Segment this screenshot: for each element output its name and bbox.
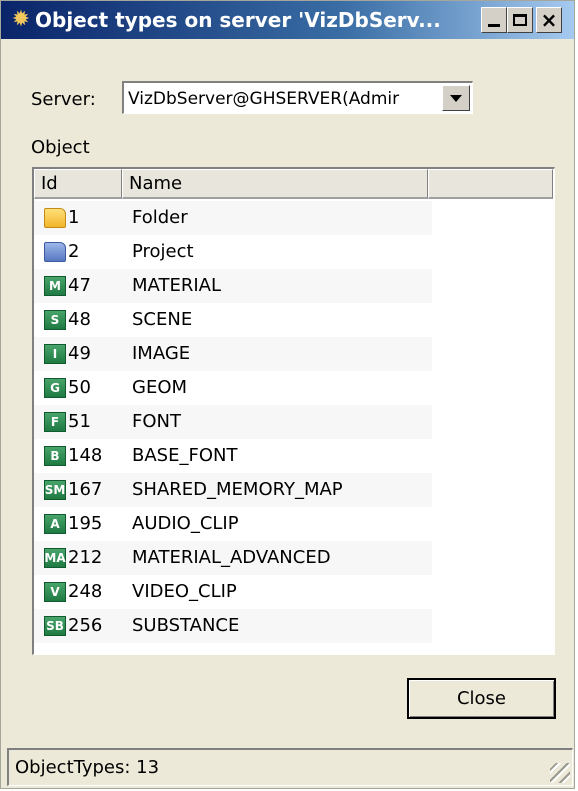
row-name: Folder xyxy=(132,207,188,228)
row-id: 48 xyxy=(68,309,91,330)
folder-icon xyxy=(44,208,66,228)
row-id: 1 xyxy=(68,207,80,228)
row-name: SUBSTANCE xyxy=(132,615,240,636)
dropdown-button[interactable] xyxy=(442,85,470,111)
geom-icon: G xyxy=(44,378,66,398)
close-window-button[interactable]: × xyxy=(536,7,562,33)
row-name: AUDIO_CLIP xyxy=(132,513,239,534)
row-name: MATERIAL_ADVANCED xyxy=(132,547,331,568)
minimize-button[interactable] xyxy=(481,7,507,33)
minimize-icon xyxy=(488,23,500,27)
row-name: SHARED_MEMORY_MAP xyxy=(132,479,343,500)
column-header-name[interactable]: Name xyxy=(122,169,428,199)
object-group-label: Object xyxy=(31,137,90,158)
row-name: SCENE xyxy=(132,309,193,330)
list-item[interactable]: F 51 FONT xyxy=(34,405,432,439)
object-types-window: ✹ Object types on server 'VizDbServ... ×… xyxy=(0,0,575,789)
close-button[interactable]: Close xyxy=(407,678,556,719)
server-label: Server: xyxy=(31,89,96,110)
row-name: GEOM xyxy=(132,377,188,398)
row-id: 148 xyxy=(68,445,103,466)
font-icon: F xyxy=(44,412,66,432)
row-id: 50 xyxy=(68,377,91,398)
row-name: VIDEO_CLIP xyxy=(132,581,237,602)
list-item[interactable]: S 48 SCENE xyxy=(34,303,432,337)
close-icon: × xyxy=(540,8,558,32)
list-item[interactable]: SB 256 SUBSTANCE xyxy=(34,609,432,643)
list-item[interactable]: SM 167 SHARED_MEMORY_MAP xyxy=(34,473,432,507)
list-item[interactable]: M 47 MATERIAL xyxy=(34,269,432,303)
image-icon: I xyxy=(44,344,66,364)
video-clip-icon: V xyxy=(44,582,66,602)
object-list[interactable]: Id Name 1 Folder 2 Project M 47 MATERIAL S 48 SCE… xyxy=(32,167,555,655)
app-gear-icon: ✹ xyxy=(11,7,31,32)
list-item[interactable]: A 195 AUDIO_CLIP xyxy=(34,507,432,541)
server-dropdown[interactable]: VizDbServer@GHSERVER(Admir xyxy=(122,81,473,114)
column-header-empty xyxy=(428,169,553,199)
chevron-down-icon xyxy=(450,94,462,102)
title-bar[interactable]: ✹ Object types on server 'VizDbServ... × xyxy=(1,1,574,39)
row-id: 51 xyxy=(68,411,91,432)
row-id: 195 xyxy=(68,513,103,534)
list-item[interactable]: MA 212 MATERIAL_ADVANCED xyxy=(34,541,432,575)
project-folder-icon xyxy=(44,242,66,262)
row-name: IMAGE xyxy=(132,343,191,364)
column-header-id[interactable]: Id xyxy=(34,169,122,199)
row-name: BASE_FONT xyxy=(132,445,238,466)
row-id: 47 xyxy=(68,275,91,296)
status-bar: ObjectTypes: 13 xyxy=(7,748,573,786)
row-name: Project xyxy=(132,241,194,262)
list-rows: 1 Folder 2 Project M 47 MATERIAL S 48 SCENE I 49 IMA… xyxy=(34,201,553,643)
status-text: ObjectTypes: 13 xyxy=(15,757,160,778)
material-icon: M xyxy=(44,276,66,296)
resize-grip[interactable] xyxy=(550,763,570,783)
shared-memory-map-icon: SM xyxy=(44,480,66,500)
list-item[interactable]: B 148 BASE_FONT xyxy=(34,439,432,473)
row-id: 2 xyxy=(68,241,80,262)
window-title: Object types on server 'VizDbServ... xyxy=(35,8,441,32)
list-item[interactable]: 2 Project xyxy=(34,235,432,269)
row-id: 256 xyxy=(68,615,103,636)
list-item[interactable]: V 248 VIDEO_CLIP xyxy=(34,575,432,609)
row-id: 49 xyxy=(68,343,91,364)
maximize-button[interactable] xyxy=(507,7,533,33)
list-item[interactable]: I 49 IMAGE xyxy=(34,337,432,371)
row-id: 212 xyxy=(68,547,103,568)
audio-clip-icon: A xyxy=(44,514,66,534)
list-item[interactable]: G 50 GEOM xyxy=(34,371,432,405)
row-name: MATERIAL xyxy=(132,275,221,296)
maximize-icon xyxy=(513,14,527,26)
scene-icon: S xyxy=(44,310,66,330)
row-name: FONT xyxy=(132,411,181,432)
substance-icon: SB xyxy=(44,616,66,636)
row-id: 248 xyxy=(68,581,103,602)
server-value: VizDbServer@GHSERVER(Admir xyxy=(128,89,400,109)
base-font-icon: B xyxy=(44,446,66,466)
list-item[interactable]: 1 Folder xyxy=(34,201,432,235)
row-id: 167 xyxy=(68,479,103,500)
material-advanced-icon: MA xyxy=(44,548,66,568)
